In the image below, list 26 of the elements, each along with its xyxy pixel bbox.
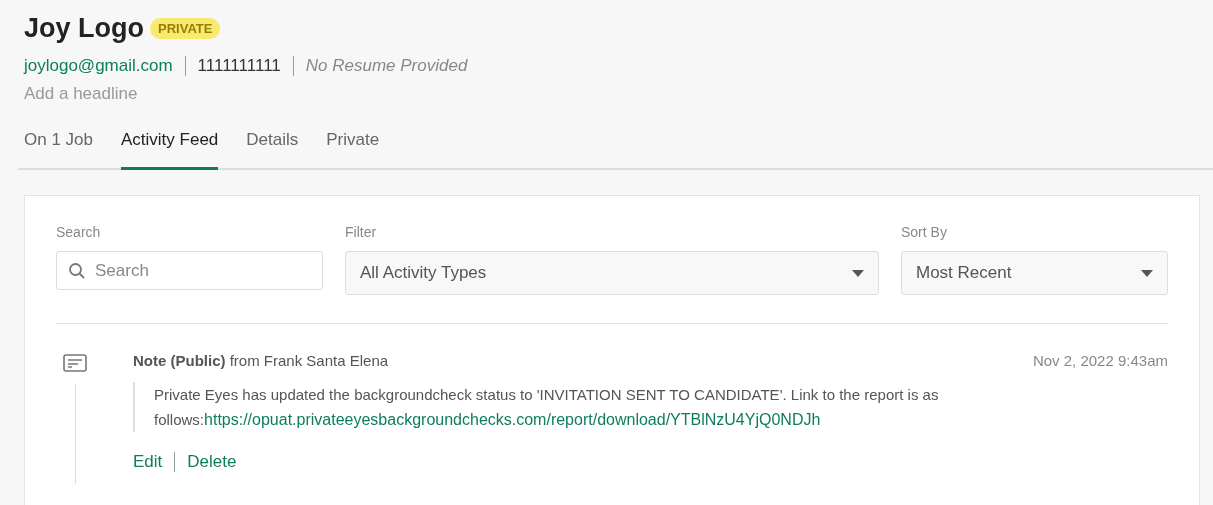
field-label: Search: [56, 224, 102, 240]
report-link[interactable]: https://opuat.privateeyesbackgroundchecks.com/report/download/YTBlNzU4YjQ0NDJh: [204, 411, 821, 428]
tab[interactable]: On 1 Job: [24, 130, 93, 170]
note-timestamp: Nov 2, 2022 9:43am: [1032, 352, 1168, 369]
note-author: from Frank Santa Elena: [229, 352, 389, 369]
field-label: Filter: [345, 224, 378, 240]
headline-input[interactable]: Add a headline: [24, 84, 324, 104]
note-icon: [63, 354, 87, 372]
email-link[interactable]: joylogo@gmail.com: [24, 56, 173, 76]
note-title: Note (Public): [133, 352, 226, 369]
tab[interactable]: Private: [326, 130, 380, 170]
action-link[interactable]: Delete: [187, 452, 237, 472]
caret-icon: [852, 269, 864, 277]
action-link[interactable]: Edit: [133, 452, 163, 472]
private-badge: PRIVATE: [150, 17, 221, 39]
filter-dropdown[interactable]: All Activity Types: [345, 251, 879, 295]
phone-number: 1111111111: [197, 56, 281, 76]
caret-icon: [1141, 269, 1153, 277]
field-label: Sort By: [901, 224, 948, 240]
tab[interactable]: Details: [246, 130, 299, 170]
resume-status: No Resume Provided: [305, 56, 468, 76]
note-text: Private Eyes has updated the backgroundcheck status to 'INVITATION SENT TO CANDIDATE'. Link to the report is as follows:https://opuat.privateeyesbackgroundchecks.com/report/download/YTBlNzU4YjQ0NDJh: [133, 382, 1168, 432]
sort-dropdown[interactable]: Most Recent: [901, 251, 1168, 295]
search-field[interactable]: Search: [56, 251, 323, 290]
candidate-name: Joy Logo: [24, 12, 144, 44]
tab[interactable]: Activity Feed: [121, 130, 219, 170]
